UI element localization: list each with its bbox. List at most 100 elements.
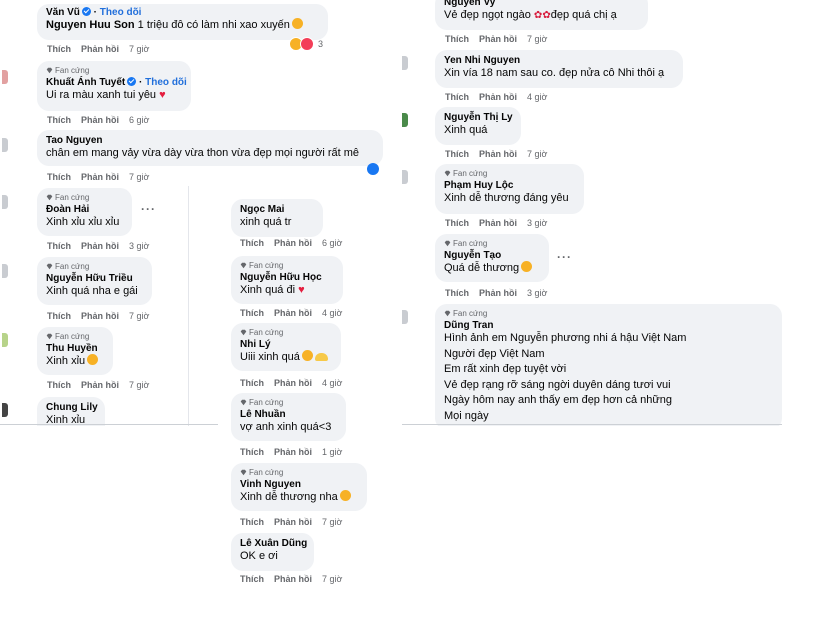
reply-button[interactable]: Phản hồi — [81, 241, 119, 251]
like-button[interactable]: Thích — [240, 447, 264, 457]
like-button[interactable]: Thích — [47, 380, 71, 390]
commenter-name[interactable]: Thu Huyền — [46, 343, 104, 354]
avatar[interactable] — [2, 333, 8, 347]
fan-badge: Fan cứng — [240, 398, 337, 407]
commenter-name[interactable]: Văn Vũ — [46, 7, 80, 18]
commenter-name[interactable]: Tao Nguyen — [46, 135, 374, 146]
timestamp[interactable]: 4 giờ — [322, 308, 342, 318]
reply-button[interactable]: Phản hồi — [479, 288, 517, 298]
timestamp[interactable]: 6 giờ — [129, 115, 149, 125]
follow-link[interactable]: Theo dõi — [145, 77, 187, 88]
like-button[interactable]: Thích — [445, 218, 469, 228]
comment-bubble: Fan cứng Dũng Tran Hình ảnh em Nguyễn ph… — [435, 304, 782, 426]
commenter-name[interactable]: Phạm Huy Lộc — [444, 180, 575, 191]
timestamp[interactable]: 7 giờ — [129, 172, 149, 182]
like-button[interactable]: Thích — [445, 149, 469, 159]
avatar[interactable] — [2, 138, 8, 152]
commenter-name[interactable]: Đoàn Hải — [46, 204, 123, 215]
avatar[interactable] — [2, 70, 8, 84]
commenter-name[interactable]: Nguyễn Hữu Học — [240, 272, 334, 283]
like-reaction-icon[interactable] — [367, 163, 379, 175]
avatar[interactable] — [402, 170, 408, 184]
like-button[interactable]: Thích — [47, 241, 71, 251]
reply-button[interactable]: Phản hồi — [274, 574, 312, 584]
reply-button[interactable]: Phản hồi — [274, 517, 312, 527]
comment-line: Mọi ngày — [444, 409, 489, 422]
like-button[interactable]: Thích — [445, 92, 469, 102]
reply-button[interactable]: Phản hồi — [81, 311, 119, 321]
avatar[interactable] — [402, 310, 408, 324]
reply-button[interactable]: Phản hồi — [274, 447, 312, 457]
commenter-name[interactable]: Lê Xuân Dũng — [240, 538, 307, 549]
timestamp[interactable]: 3 giờ — [527, 218, 547, 228]
avatar[interactable] — [2, 195, 8, 209]
timestamp[interactable]: 7 giờ — [527, 149, 547, 159]
commenter-name[interactable]: Chung Lily — [46, 402, 98, 413]
comment-actions: Thích Phản hồi 7 giờ — [47, 311, 159, 321]
avatar[interactable] — [2, 403, 8, 417]
timestamp[interactable]: 3 giờ — [527, 288, 547, 298]
reply-thread-panel: Ngọc Mai xinh quá tr Thích Phản hồi 6 giờ … — [218, 186, 400, 606]
commenter-name[interactable]: Nguyễn Vy — [444, 0, 639, 8]
timestamp[interactable]: 4 giờ — [322, 378, 342, 388]
reply-button[interactable]: Phản hồi — [274, 238, 312, 248]
timestamp[interactable]: 7 giờ — [129, 44, 149, 54]
reply-button[interactable]: Phản hồi — [479, 218, 517, 228]
like-button[interactable]: Thích — [445, 34, 469, 44]
more-options-icon[interactable]: ··· — [141, 202, 156, 216]
timestamp[interactable]: 7 giờ — [527, 34, 547, 44]
timestamp[interactable]: 7 giờ — [322, 517, 342, 527]
reply-button[interactable]: Phản hồi — [479, 92, 517, 102]
like-button[interactable]: Thích — [240, 308, 264, 318]
reply-button[interactable]: Phản hồi — [81, 115, 119, 125]
avatar[interactable] — [402, 56, 408, 70]
avatar[interactable] — [402, 113, 408, 127]
reply-button[interactable]: Phản hồi — [479, 149, 517, 159]
comment-line: Em rất xinh đẹp tuyệt vời — [444, 363, 567, 375]
like-button[interactable]: Thích — [47, 172, 71, 182]
commenter-name[interactable]: Nguyễn Thị Ly — [444, 112, 513, 123]
comment-bubble: Chung Lily Xinh xỉu — [37, 397, 105, 426]
more-options-icon[interactable]: ··· — [557, 250, 572, 264]
reply-button[interactable]: Phản hồi — [274, 378, 312, 388]
like-button[interactable]: Thích — [47, 311, 71, 321]
reply-button[interactable]: Phản hồi — [81, 44, 119, 54]
commenter-name[interactable]: Yen Nhi Nguyen — [444, 55, 674, 66]
commenter-name[interactable]: Vinh Nguyen — [240, 479, 358, 490]
comment-bubble: Fan cứng Nguyễn Hữu Học Xinh quá đi ♥ — [231, 256, 343, 304]
commenter-name[interactable]: Khuất Ánh Tuyết — [46, 77, 125, 88]
timestamp[interactable]: 7 giờ — [129, 311, 149, 321]
commenter-name[interactable]: Dũng Tran — [444, 320, 773, 331]
timestamp[interactable]: 7 giờ — [129, 380, 149, 390]
avatar[interactable] — [2, 264, 8, 278]
like-button[interactable]: Thích — [47, 115, 71, 125]
like-button[interactable]: Thích — [240, 378, 264, 388]
timestamp[interactable]: 6 giờ — [322, 238, 342, 248]
timestamp[interactable]: 3 giờ — [129, 241, 149, 251]
commenter-name[interactable]: Ngọc Mai — [240, 204, 314, 215]
like-button[interactable]: Thích — [240, 238, 264, 248]
rose-emoji: ✿ — [542, 10, 551, 21]
reply-button[interactable]: Phản hồi — [81, 172, 119, 182]
comment-bubble: Yen Nhi Nguyen Xin vía 18 nam sau co. đẹ… — [435, 50, 683, 88]
timestamp[interactable]: 4 giờ — [527, 92, 547, 102]
comment-actions: Thích Phản hồi 7 giờ — [445, 149, 557, 159]
commenter-name[interactable]: Nguyễn Tạo — [444, 250, 540, 261]
commenter-name[interactable]: Nhi Lý — [240, 339, 332, 350]
timestamp[interactable]: 1 giờ — [322, 447, 342, 457]
like-button[interactable]: Thích — [240, 574, 264, 584]
like-button[interactable]: Thích — [445, 288, 469, 298]
like-button[interactable]: Thích — [47, 44, 71, 54]
reaction-summary[interactable]: 3 — [289, 37, 323, 51]
commenter-name[interactable]: Nguyễn Hữu Triều — [46, 273, 143, 284]
reply-button[interactable]: Phản hồi — [81, 380, 119, 390]
comment-text: Xinh quá nha e gái — [46, 285, 138, 297]
commenter-name[interactable]: Lê Nhuần — [240, 409, 337, 420]
comment-text: xinh quá tr — [240, 216, 292, 228]
timestamp[interactable]: 7 giờ — [322, 574, 342, 584]
like-button[interactable]: Thích — [240, 517, 264, 527]
mention-link[interactable]: Nguyen Huu Son — [46, 19, 135, 31]
reply-button[interactable]: Phản hồi — [274, 308, 312, 318]
follow-link[interactable]: Theo dõi — [100, 7, 142, 18]
reply-button[interactable]: Phản hồi — [479, 34, 517, 44]
